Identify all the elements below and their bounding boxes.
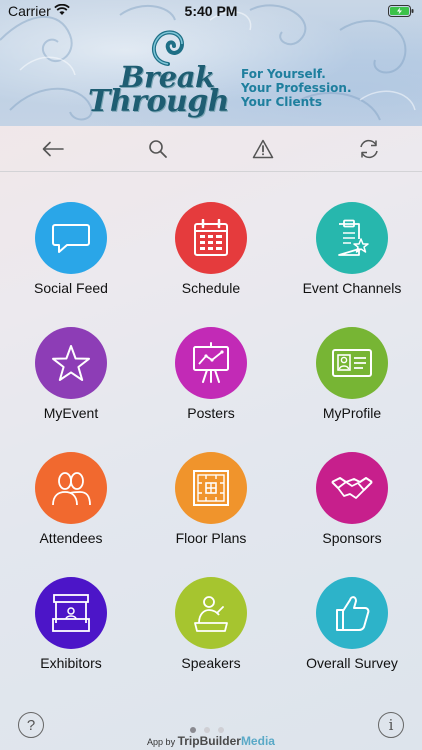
- warning-icon: [252, 139, 274, 159]
- speaker-podium-icon: [194, 596, 228, 632]
- easel-chart-icon: [193, 342, 229, 383]
- tile-circle: [175, 202, 247, 274]
- tile-label: MyProfile: [322, 405, 382, 421]
- tile-label: Floor Plans: [175, 530, 247, 546]
- clock: 5:40 PM: [184, 3, 238, 19]
- tile-sponsors[interactable]: Sponsors: [281, 452, 421, 562]
- status-bar: Carrier 5:40 PM: [0, 0, 422, 22]
- tile-exhibitors[interactable]: Exhibitors: [0, 577, 140, 687]
- search-button[interactable]: [143, 135, 173, 163]
- tile-overall-survey[interactable]: Overall Survey: [281, 577, 421, 687]
- tile-event-channels[interactable]: Event Channels: [281, 202, 421, 312]
- tile-label: Speakers: [181, 655, 241, 671]
- tile-circle: [316, 452, 388, 524]
- thumbs-up-icon: [336, 596, 370, 631]
- footer: ? App by TripBuilderMedia i: [0, 700, 422, 750]
- search-icon: [149, 140, 167, 158]
- tile-label: Sponsors: [322, 530, 382, 546]
- tile-label: Posters: [187, 405, 235, 421]
- tile-circle: [316, 327, 388, 399]
- tile-circle: [35, 452, 107, 524]
- tile-label: Schedule: [181, 280, 241, 296]
- calendar-icon: [194, 219, 228, 256]
- page-dot[interactable]: [204, 727, 210, 733]
- tagline-line: Your Clients: [241, 95, 323, 109]
- tile-social-feed[interactable]: Social Feed: [0, 202, 140, 312]
- page-dot[interactable]: [190, 727, 196, 733]
- id-card-icon: [332, 349, 372, 377]
- tile-label: Attendees: [39, 530, 103, 546]
- tile-myevent[interactable]: MyEvent: [0, 327, 140, 437]
- brand-part: TripBuilder: [177, 734, 241, 748]
- tile-posters[interactable]: Posters: [140, 327, 280, 437]
- toolbar: [0, 126, 422, 172]
- tile-label: Social Feed: [34, 280, 108, 296]
- tagline-line: Your Profession.: [241, 81, 352, 95]
- alerts-button[interactable]: [248, 135, 278, 163]
- info-button[interactable]: i: [378, 712, 404, 738]
- back-arrow-icon: [42, 141, 64, 157]
- tile-label: Overall Survey: [306, 655, 398, 671]
- floor-plan-icon: [193, 470, 229, 506]
- speech-bubble-icon: [52, 224, 90, 253]
- clipboard-star-icon: [338, 219, 369, 256]
- back-button[interactable]: [38, 135, 68, 163]
- tile-floor-plans[interactable]: Floor Plans: [140, 452, 280, 562]
- tile-circle: [35, 202, 107, 274]
- brand-part: Media: [240, 734, 275, 748]
- people-icon: [52, 472, 91, 506]
- tile-circle: [316, 202, 388, 274]
- tile-speakers[interactable]: Speakers: [140, 577, 280, 687]
- tile-circle: [35, 327, 107, 399]
- tile-circle: [35, 577, 107, 649]
- refresh-icon: [360, 139, 378, 159]
- tile-label: Event Channels: [302, 280, 402, 296]
- tagline-line: For Yourself.: [241, 67, 326, 81]
- tile-schedule[interactable]: Schedule: [140, 202, 280, 312]
- tile-circle: [175, 577, 247, 649]
- handshake-icon: [331, 477, 373, 499]
- app-credit: App by TripBuilderMedia: [0, 734, 422, 748]
- credit-prefix: App by: [147, 737, 176, 747]
- tile-myprofile[interactable]: MyProfile: [281, 327, 421, 437]
- tripbuilder-logo: TripBuilderMedia: [178, 734, 275, 748]
- tile-label: Exhibitors: [40, 655, 102, 671]
- tagline: For Yourself. Your Profession. Your Clie…: [241, 67, 352, 109]
- battery-icon: [388, 4, 414, 20]
- tile-circle: [175, 327, 247, 399]
- tile-circle: [175, 452, 247, 524]
- booth-icon: [52, 594, 90, 632]
- refresh-button[interactable]: [354, 135, 384, 163]
- tile-attendees[interactable]: Attendees: [0, 452, 140, 562]
- tile-circle: [316, 577, 388, 649]
- tile-label: MyEvent: [43, 405, 99, 421]
- page-dot[interactable]: [218, 727, 224, 733]
- logo-word-through: Through: [88, 84, 230, 119]
- star-icon: [52, 345, 90, 381]
